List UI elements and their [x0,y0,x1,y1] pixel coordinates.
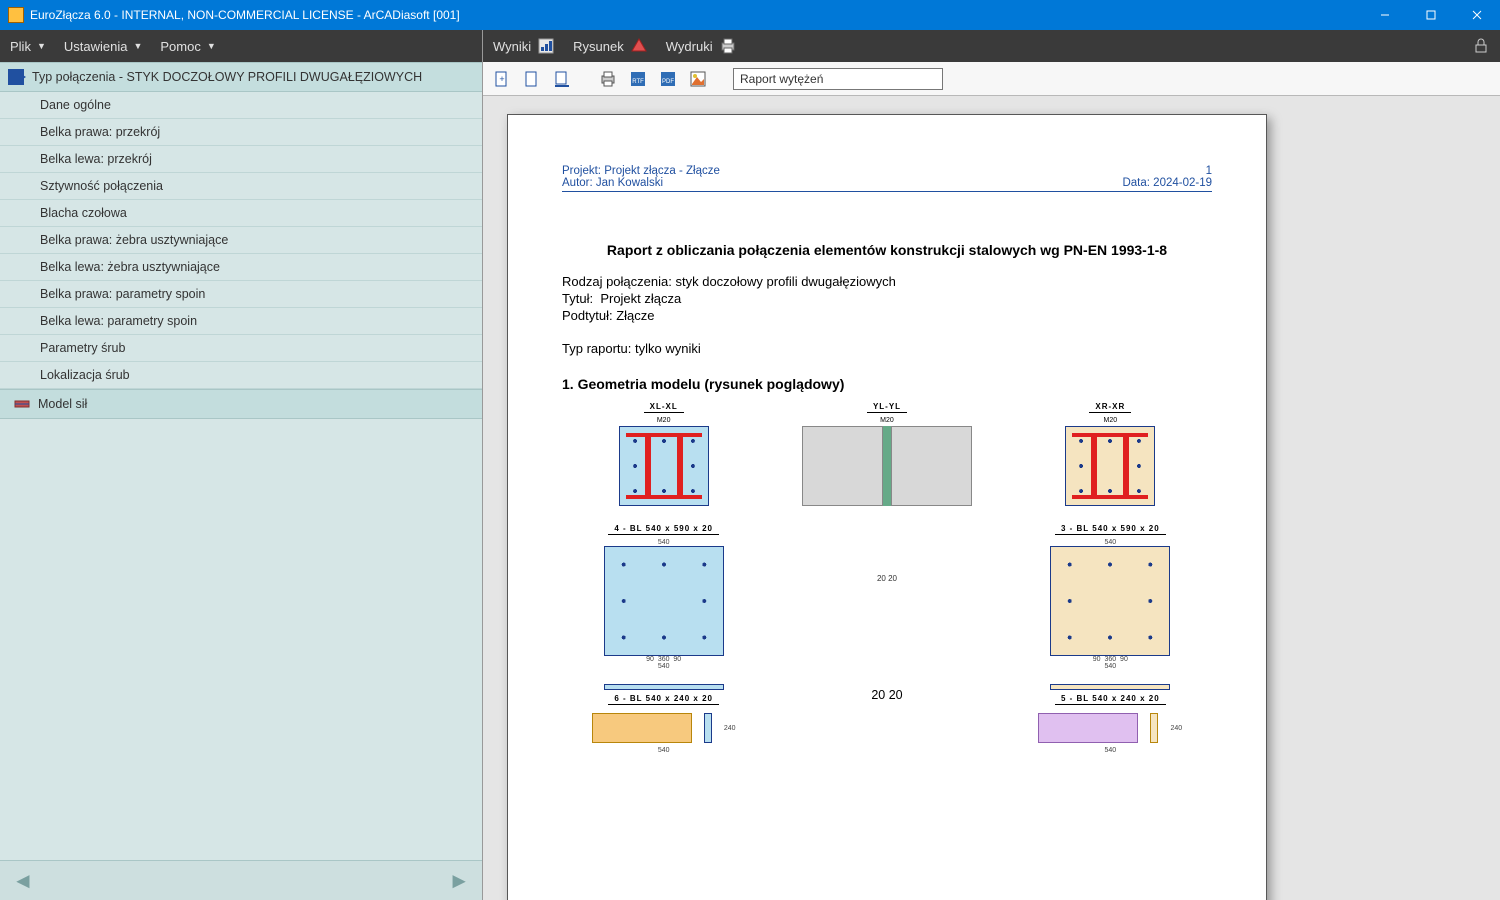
nav-item-belka-prawa-przekroj[interactable]: Belka prawa: przekrój [0,119,482,146]
dwg-yl-yl: YL-YL M20 [785,402,988,506]
nav-item-belka-prawa-spoiny[interactable]: Belka prawa: parametry spoin [0,281,482,308]
report-title: Raport z obliczania połączenia elementów… [562,242,1212,258]
menu-rysunek-label: Rysunek [573,39,624,54]
nav-model-sil[interactable]: Model sił [0,389,482,419]
forces-icon [14,396,30,412]
bar-blue-icon [704,713,712,743]
dwg-bl6: 6 - BL 540 x 240 x 20 240 540 [562,684,765,754]
left-menubar: Plik▼ Ustawienia▼ Pomoc▼ [0,30,482,62]
dwg-bl4: 4 - BL 540 x 590 x 20 540 90 360 90 540 [562,524,765,670]
export-pdf-icon[interactable]: PDF [657,68,679,90]
report-select[interactable]: Raport wytężeń [733,68,943,90]
export-image-icon[interactable] [687,68,709,90]
window-controls [1362,0,1500,30]
page-baseline-icon[interactable] [551,68,573,90]
minimize-button[interactable] [1362,0,1408,30]
menu-wyniki-label: Wyniki [493,39,531,54]
page-header: Projekt: Projekt złącza - Złącze Autor: … [562,165,1212,192]
print-icon[interactable] [597,68,619,90]
dwg-mid-annot: 20 20 [785,524,988,670]
menu-plik-label: Plik [10,39,31,54]
menu-wyniki[interactable]: Wyniki [493,37,555,55]
menu-pomoc-label: Pomoc [160,39,200,54]
lock-icon[interactable] [1472,37,1490,55]
nav-model-sil-label: Model sił [38,397,87,411]
nav-item-blacha-czolowa[interactable]: Blacha czołowa [0,200,482,227]
nav-item-dane-ogolne[interactable]: Dane ogólne [0,92,482,119]
menu-wydruki-label: Wydruki [666,39,713,54]
drawings-row-1: XL-XL M20 YL-YL M20 XR-XR M20 [562,402,1212,506]
menu-wydruki[interactable]: Wydruki [666,37,737,55]
titlebar: EuroZłącza 6.0 - INTERNAL, NON-COMMERCIA… [0,0,1500,30]
results-icon [537,37,555,55]
drawing-icon [630,37,648,55]
printouts-icon [719,37,737,55]
document-viewport[interactable]: Projekt: Projekt złącza - Złącze Autor: … [483,96,1500,900]
svg-text:+: + [499,74,504,84]
app-icon [8,7,24,23]
report-type: Typ raportu: tylko wyniki [562,341,1212,356]
svg-text:PDF: PDF [662,79,674,85]
maximize-button[interactable] [1408,0,1454,30]
window-title: EuroZłącza 6.0 - INTERNAL, NON-COMMERCIA… [30,8,1362,22]
dwg-mid-annot-2: 20 20 [785,684,988,754]
svg-text:RTF: RTF [632,79,644,85]
nav-item-belka-lewa-przekroj[interactable]: Belka lewa: przekrój [0,146,482,173]
report-page: Projekt: Projekt złącza - Złącze Autor: … [507,114,1267,900]
right-menubar: Wyniki Rysunek Wydruki [483,30,1500,62]
dwg-bl5: 5 - BL 540 x 240 x 20 240 540 [1009,684,1212,754]
dwg-xl-xl: XL-XL M20 [562,402,765,506]
prev-arrow-button[interactable]: ◄ [12,868,34,894]
menu-ustawienia-label: Ustawienia [64,39,128,54]
bar-tan-icon [1150,713,1158,743]
report-select-value: Raport wytężeń [740,72,823,86]
flag-icon [8,69,24,85]
close-button[interactable] [1454,0,1500,30]
menu-plik[interactable]: Plik▼ [10,39,46,54]
right-pane: Wyniki Rysunek Wydruki [483,30,1500,900]
new-page-icon[interactable]: + [491,68,513,90]
dwg-xr-xr: XR-XR M20 [1009,402,1212,506]
section-geometry-heading: 1. Geometria modelu (rysunek poglądowy) [562,376,1212,392]
connection-type-label: Typ połączenia - STYK DOCZOŁOWY PROFILI … [32,70,422,84]
nav-item-lokalizacja-srub[interactable]: Lokalizacja śrub [0,362,482,389]
next-arrow-button[interactable]: ► [448,868,470,894]
page-icon[interactable] [521,68,543,90]
report-conn-type: Rodzaj połączenia: styk doczołowy profil… [562,274,1212,289]
nav-list: Dane ogólne Belka prawa: przekrój Belka … [0,92,482,860]
menu-ustawienia[interactable]: Ustawienia▼ [64,39,143,54]
drawings-row-3: 6 - BL 540 x 240 x 20 240 540 20 20 5 [562,684,1212,754]
menu-pomoc[interactable]: Pomoc▼ [160,39,215,54]
nav-footer: ◄ ► [0,860,482,900]
nav-item-belka-lewa-zebra[interactable]: Belka lewa: żebra usztywniające [0,254,482,281]
report-toolbar: + RTF PDF Raport wytężeń [483,62,1500,96]
export-rtf-icon[interactable]: RTF [627,68,649,90]
connection-type-header[interactable]: Typ połączenia - STYK DOCZOŁOWY PROFILI … [0,62,482,92]
report-proj-title: Tytuł: Projekt złącza [562,291,1212,306]
rect-orange-icon [592,713,692,743]
dwg-bl3: 3 - BL 540 x 590 x 20 540 90 360 90 540 [1009,524,1212,670]
report-subtitle: Podtytuł: Złącze [562,308,1212,323]
nav-item-belka-lewa-spoiny[interactable]: Belka lewa: parametry spoin [0,308,482,335]
nav-item-belka-prawa-zebra[interactable]: Belka prawa: żebra usztywniające [0,227,482,254]
left-pane: Plik▼ Ustawienia▼ Pomoc▼ Typ połączenia … [0,30,483,900]
rect-purple-icon [1038,713,1138,743]
nav-item-sztywnosc[interactable]: Sztywność połączenia [0,173,482,200]
menu-rysunek[interactable]: Rysunek [573,37,648,55]
nav-item-parametry-srub[interactable]: Parametry śrub [0,335,482,362]
drawings-row-2: 4 - BL 540 x 590 x 20 540 90 360 90 540 … [562,524,1212,670]
